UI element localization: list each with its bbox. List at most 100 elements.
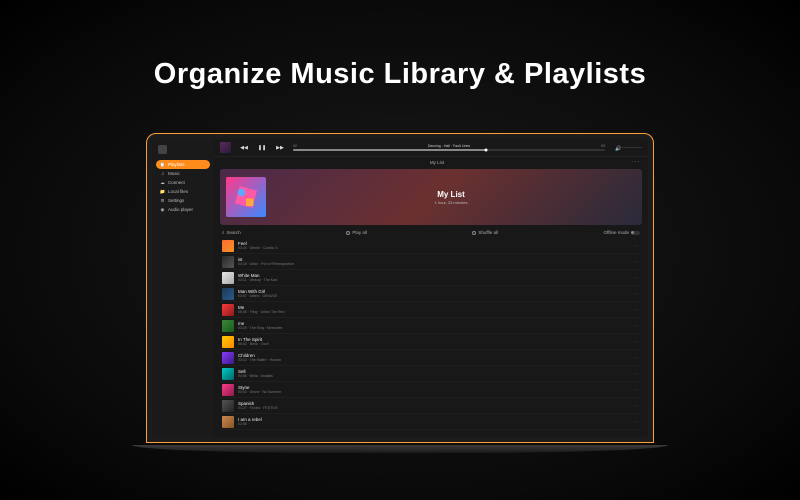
track-row[interactable]: Me05:45 · Fling · Unbro The Red ··· (220, 302, 642, 318)
track-art (222, 352, 234, 364)
track-info: Spanish01:27 · Foxins · FESTIVE (238, 401, 631, 410)
track-art (222, 400, 234, 412)
track-more-button[interactable]: ··· (635, 387, 641, 392)
app-logo[interactable] (158, 145, 167, 154)
app-screen: 📋Playlists♫Music☁Connect📁Local files⚙Set… (152, 139, 648, 437)
search-icon: ⌕ (222, 230, 225, 235)
track-info: Man With Girl03:57 · Allenn · DENUSE (238, 289, 631, 298)
track-more-button[interactable]: ··· (635, 371, 641, 376)
pause-button[interactable]: ❚❚ (259, 145, 265, 151)
track-more-button[interactable]: ··· (635, 339, 641, 344)
playlist-breadcrumb: My List ··· (214, 157, 648, 167)
connect-icon: ☁ (160, 180, 165, 185)
track-row[interactable]: Feel03:24 · Demih · Combo X··· (220, 238, 642, 254)
track-art (222, 304, 234, 316)
page-headline: Organize Music Library & Playlists (154, 58, 646, 91)
sidebar-item-label: Connect (168, 180, 185, 185)
sidebar-item-audio-player[interactable]: ◉Audio player (156, 205, 210, 214)
track-more-button[interactable]: ··· (635, 259, 641, 264)
screen-frame: 📋Playlists♫Music☁Connect📁Local files⚙Set… (146, 133, 654, 443)
track-meta: 02:56 · (238, 422, 631, 426)
track-list: Feel03:24 · Demih · Combo X···ist04:18 ·… (214, 238, 648, 437)
track-meta: 03:10 · The Maitre · Human (238, 358, 631, 362)
track-info: ist04:18 · Alicin · Port of Retrospectiv… (238, 257, 631, 266)
track-art (222, 272, 234, 284)
track-more-button[interactable]: ··· (635, 355, 641, 360)
track-art (222, 384, 234, 396)
track-more-button[interactable]: ··· (635, 291, 641, 296)
track-row[interactable]: White Man03:11 · Jessup · The Kad··· (220, 270, 642, 286)
now-playing-art[interactable] (220, 142, 231, 153)
track-meta: 06:02 · Brink · God! (238, 342, 631, 346)
track-row[interactable]: me03:29 · The King · Memories ··· (220, 318, 642, 334)
next-button[interactable]: ▶▶ (277, 145, 283, 151)
track-meta: 04:18 · Alicin · Port of Retrospective (238, 262, 631, 266)
now-playing-title: Dancing - Hall · Fault Lines (428, 144, 470, 148)
toggle-switch[interactable] (631, 231, 640, 235)
sidebar-item-playlists[interactable]: 📋Playlists (156, 160, 210, 169)
playlist-duration: 1 hour, 33 minutes (266, 200, 636, 205)
track-more-button[interactable]: ··· (635, 243, 641, 248)
sidebar-item-label: Audio player (168, 207, 193, 212)
playlist-more-button[interactable]: ··· (632, 159, 640, 165)
track-row[interactable]: ist04:18 · Alicin · Port of Retrospectiv… (220, 254, 642, 270)
track-info: me03:29 · The King · Memories (238, 321, 631, 330)
track-art (222, 416, 234, 428)
search-action[interactable]: ⌕ Search (222, 230, 241, 235)
track-row[interactable]: Man With Girl03:57 · Allenn · DENUSE ··· (220, 286, 642, 302)
track-meta: 04:55 · Bella · Analalis (238, 374, 631, 378)
search-label: Search (227, 230, 241, 235)
playlist-title: My List (266, 190, 636, 199)
track-art (222, 320, 234, 332)
track-meta: 03:29 · The King · Memories (238, 326, 631, 330)
player-bar: ◀◀ ❚❚ ▶▶ 02 Dancing - Hall · Fault Lines… (214, 139, 648, 157)
track-art (222, 368, 234, 380)
progress-slider[interactable] (293, 149, 605, 151)
shuffle-icon (472, 231, 476, 235)
track-more-button[interactable]: ··· (635, 275, 641, 280)
sidebar-item-music[interactable]: ♫Music (156, 169, 210, 178)
volume-slider[interactable] (622, 147, 642, 149)
track-meta: 03:24 · Demih · Combo X (238, 246, 631, 250)
track-more-button[interactable]: ··· (635, 403, 641, 408)
local-files-icon: 📁 (160, 189, 165, 194)
track-meta: 03:03 · Drone · No Summer (238, 390, 631, 394)
track-art (222, 288, 234, 300)
offline-label: Offline mode (604, 230, 629, 235)
prev-button[interactable]: ◀◀ (241, 145, 247, 151)
main-panel: ◀◀ ❚❚ ▶▶ 02 Dancing - Hall · Fault Lines… (214, 139, 648, 437)
track-row[interactable]: Spanish01:27 · Foxins · FESTIVE ··· (220, 398, 642, 414)
track-more-button[interactable]: ··· (635, 323, 641, 328)
track-row[interactable]: Sell04:55 · Bella · Analalis ··· (220, 366, 642, 382)
volume-control[interactable]: 🔊 (615, 146, 642, 150)
track-info: In The Spirit06:02 · Brink · God! (238, 337, 631, 346)
track-row[interactable]: Styne03:03 · Drone · No Summer··· (220, 382, 642, 398)
track-art (222, 336, 234, 348)
track-info: Sell04:55 · Bella · Analalis (238, 369, 631, 378)
playlist-name-small: My List (430, 160, 444, 165)
sidebar-item-local-files[interactable]: 📁Local files (156, 187, 210, 196)
shuffle-all-button[interactable]: Shuffle all (472, 230, 498, 235)
playlists-icon: 📋 (160, 162, 165, 167)
sidebar-item-label: Settings (168, 198, 184, 203)
time-current: 02 (293, 144, 297, 148)
track-meta: 03:11 · Jessup · The Kad (238, 278, 631, 282)
track-row[interactable]: Children03:10 · The Maitre · Human··· (220, 350, 642, 366)
track-more-button[interactable]: ··· (635, 307, 641, 312)
track-row[interactable]: In The Spirit06:02 · Brink · God! ··· (220, 334, 642, 350)
track-row[interactable]: I am a rebel02:56 ···· (220, 414, 642, 430)
offline-toggle[interactable]: Offline mode (604, 230, 640, 235)
volume-icon: 🔊 (615, 146, 619, 150)
sidebar-item-label: Music (168, 171, 180, 176)
track-meta: 05:45 · Fling · Unbro The Red (238, 310, 631, 314)
laptop-base (132, 445, 668, 453)
sidebar-item-settings[interactable]: ⚙Settings (156, 196, 210, 205)
track-meta: 01:27 · Foxins · FESTIVE (238, 406, 631, 410)
playlist-cover-art[interactable] (226, 177, 266, 217)
track-more-button[interactable]: ··· (635, 419, 641, 424)
track-art (222, 256, 234, 268)
sidebar-item-connect[interactable]: ☁Connect (156, 178, 210, 187)
track-info: Me05:45 · Fling · Unbro The Red (238, 305, 631, 314)
playlist-hero: My List 1 hour, 33 minutes (220, 169, 642, 225)
play-all-button[interactable]: Play all (346, 230, 367, 235)
